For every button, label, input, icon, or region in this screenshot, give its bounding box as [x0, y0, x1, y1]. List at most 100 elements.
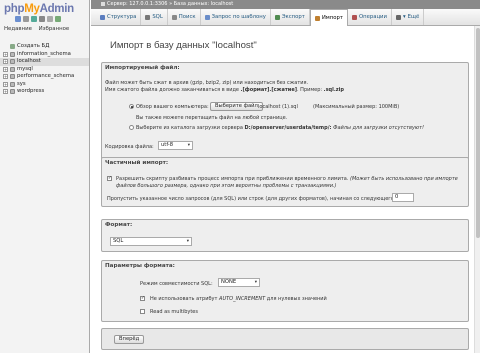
tab-icon: [204, 14, 210, 20]
format-value: SQL: [113, 238, 124, 244]
main-content: Импорт в базу данных "localhost" Импорти…: [101, 30, 475, 353]
chevron-down-icon: ▾: [187, 143, 190, 148]
tree-db-label: sys: [17, 80, 26, 87]
skip-queries-label: Пропустить указанное число запросов (для…: [107, 196, 396, 202]
database-icon: [10, 66, 15, 72]
help-icon[interactable]: [31, 16, 37, 22]
settings-icon[interactable]: [47, 16, 53, 22]
tab-item[interactable]: Запрос по шаблону: [201, 9, 271, 25]
tree-db-label: information_schema: [17, 50, 71, 57]
no-auto-value-attr: AUTO_INCREMENT: [219, 296, 266, 302]
new-db-label: Создать БД: [17, 43, 50, 49]
tab-item[interactable]: Импорт: [309, 9, 348, 26]
logout-icon[interactable]: [23, 16, 29, 22]
home-icon[interactable]: [15, 16, 21, 22]
charset-label: Кодировка файла:: [105, 144, 154, 150]
tab-icon: [314, 15, 320, 21]
db-tabs: Структура SQL Поиск Запрос по шаблону Экспор…: [91, 9, 480, 26]
expand-icon[interactable]: +: [3, 81, 8, 87]
tab-label: Импорт: [321, 15, 343, 21]
no-auto-value-checkbox[interactable]: ✓: [140, 296, 145, 301]
sql-compat-select[interactable]: NONE ▾: [218, 278, 260, 287]
database-tree: Создать БД + information_schema + localhost…: [0, 43, 89, 96]
vertical-scrollbar[interactable]: [474, 26, 480, 353]
browse-label: Обзор вашего компьютера:: [136, 104, 209, 110]
chevron-down-icon: ▾: [402, 14, 406, 20]
drag-hint: Вы также можете перетащить файл на любой…: [136, 115, 288, 121]
tab-item[interactable]: Поиск: [168, 9, 201, 25]
filename-note-suffix: . Пример:: [297, 87, 324, 93]
expand-icon[interactable]: +: [3, 74, 8, 80]
submit-fieldset: Вперёд: [101, 328, 469, 350]
scrollbar-thumb[interactable]: [476, 28, 480, 238]
new-db-icon: [10, 44, 15, 50]
no-auto-value-end: для нулевых значений: [265, 296, 327, 302]
tab-label: Операции: [358, 14, 387, 20]
tree-db-label: wordpress: [17, 88, 45, 94]
format-select[interactable]: SQL ▾: [110, 237, 192, 246]
tab-item[interactable]: SQL: [141, 9, 168, 25]
server-dir-label: Выберите из каталога загрузки сервера D:…: [136, 125, 424, 131]
expand-icon[interactable]: +: [3, 66, 8, 72]
tree-db-item[interactable]: + sys: [0, 80, 89, 89]
sql-compat-value: NONE: [221, 279, 237, 285]
favorite-tables-link[interactable]: Избранное: [39, 26, 70, 32]
database-list: + information_schema + localhost + mysql + perf…: [0, 50, 89, 96]
tree-db-item[interactable]: + localhost: [0, 58, 89, 66]
go-button[interactable]: Вперёд: [114, 335, 145, 344]
tab-item[interactable]: Операции: [348, 9, 392, 25]
chevron-down-icon: ▾: [254, 280, 257, 285]
tab-item[interactable]: Структура: [96, 9, 142, 25]
filename-note-format: .[формат].[сжатие]: [240, 87, 297, 93]
tree-db-item[interactable]: + mysql: [0, 66, 89, 74]
server-breadcrumb[interactable]: Сервер: 127.0.0.1:3306 » База данных: lo…: [107, 1, 233, 7]
filename-note: Имя сжатого файла должно заканчиваться в…: [105, 87, 344, 93]
expand-icon[interactable]: +: [3, 51, 8, 57]
tree-new-db[interactable]: Создать БД: [0, 43, 89, 51]
file-legend: Импортируемый файл:: [105, 65, 180, 71]
skip-queries-input[interactable]: 0: [392, 193, 414, 202]
max-size-note: (Максимальный размер: 100MiB): [313, 104, 400, 110]
docs-icon[interactable]: [39, 16, 45, 22]
tab-item[interactable]: Экспорт: [271, 9, 310, 25]
tab-item[interactable]: ▾ Ещё: [392, 9, 425, 25]
navigation-panel: phpMyAdmin Недавние Избранное Создать БД…: [0, 0, 90, 353]
multibytes-label: Read as multibytes: [150, 309, 198, 315]
partial-import-fieldset: Частичный импорт: ✓ Разрешить скрипту ра…: [101, 157, 469, 207]
logo-my: My: [24, 3, 40, 15]
allow-interrupt-checkbox[interactable]: ✓: [107, 176, 112, 181]
tab-icon: [171, 14, 177, 20]
tab-label: Запрос по шаблону: [211, 14, 266, 20]
tab-label: Структура: [107, 14, 137, 20]
charset-select[interactable]: utf-8 ▾: [158, 141, 193, 150]
tab-label: Ещё: [407, 14, 420, 20]
chevron-down-icon: ▾: [186, 239, 189, 244]
sql-compat-label: Режим совместимости SQL:: [140, 281, 213, 287]
nav-toolbar: [15, 16, 61, 22]
tree-db-item[interactable]: + wordpress: [0, 88, 89, 96]
phpmyadmin-logo[interactable]: phpMyAdmin: [4, 3, 74, 15]
server-icon: [101, 1, 105, 6]
filename-note-example: .sql.zip: [323, 87, 344, 93]
recent-tables-link[interactable]: Недавние: [4, 26, 32, 32]
expand-icon[interactable]: +: [3, 59, 8, 65]
tab-icon: [274, 14, 280, 20]
choose-file-button[interactable]: Выберите файл: [210, 102, 263, 111]
tab-label: SQL: [152, 14, 163, 20]
database-icon: [10, 59, 15, 65]
compression-note: Файл может быть сжат в архив (gzip, bzip…: [105, 80, 309, 86]
tree-db-item[interactable]: + information_schema: [0, 50, 89, 59]
expand-icon[interactable]: +: [3, 89, 8, 95]
chosen-file-name: localhost (1).sql: [258, 104, 298, 110]
database-icon: [10, 74, 15, 80]
filename-note-prefix: Имя сжатого файла должно заканчиваться в…: [105, 87, 241, 93]
app-root: phpMyAdmin Недавние Избранное Создать БД…: [0, 0, 480, 353]
database-icon: [10, 51, 15, 57]
server-dir-radio[interactable]: [129, 125, 134, 130]
tree-db-item[interactable]: + performance_schema: [0, 73, 89, 81]
tab-label: Поиск: [178, 14, 196, 20]
no-files-note: Файлы для загрузки отсутствуют!: [331, 125, 425, 131]
browse-radio[interactable]: [129, 104, 134, 109]
reload-icon[interactable]: [55, 16, 61, 22]
multibytes-checkbox[interactable]: [140, 309, 145, 314]
